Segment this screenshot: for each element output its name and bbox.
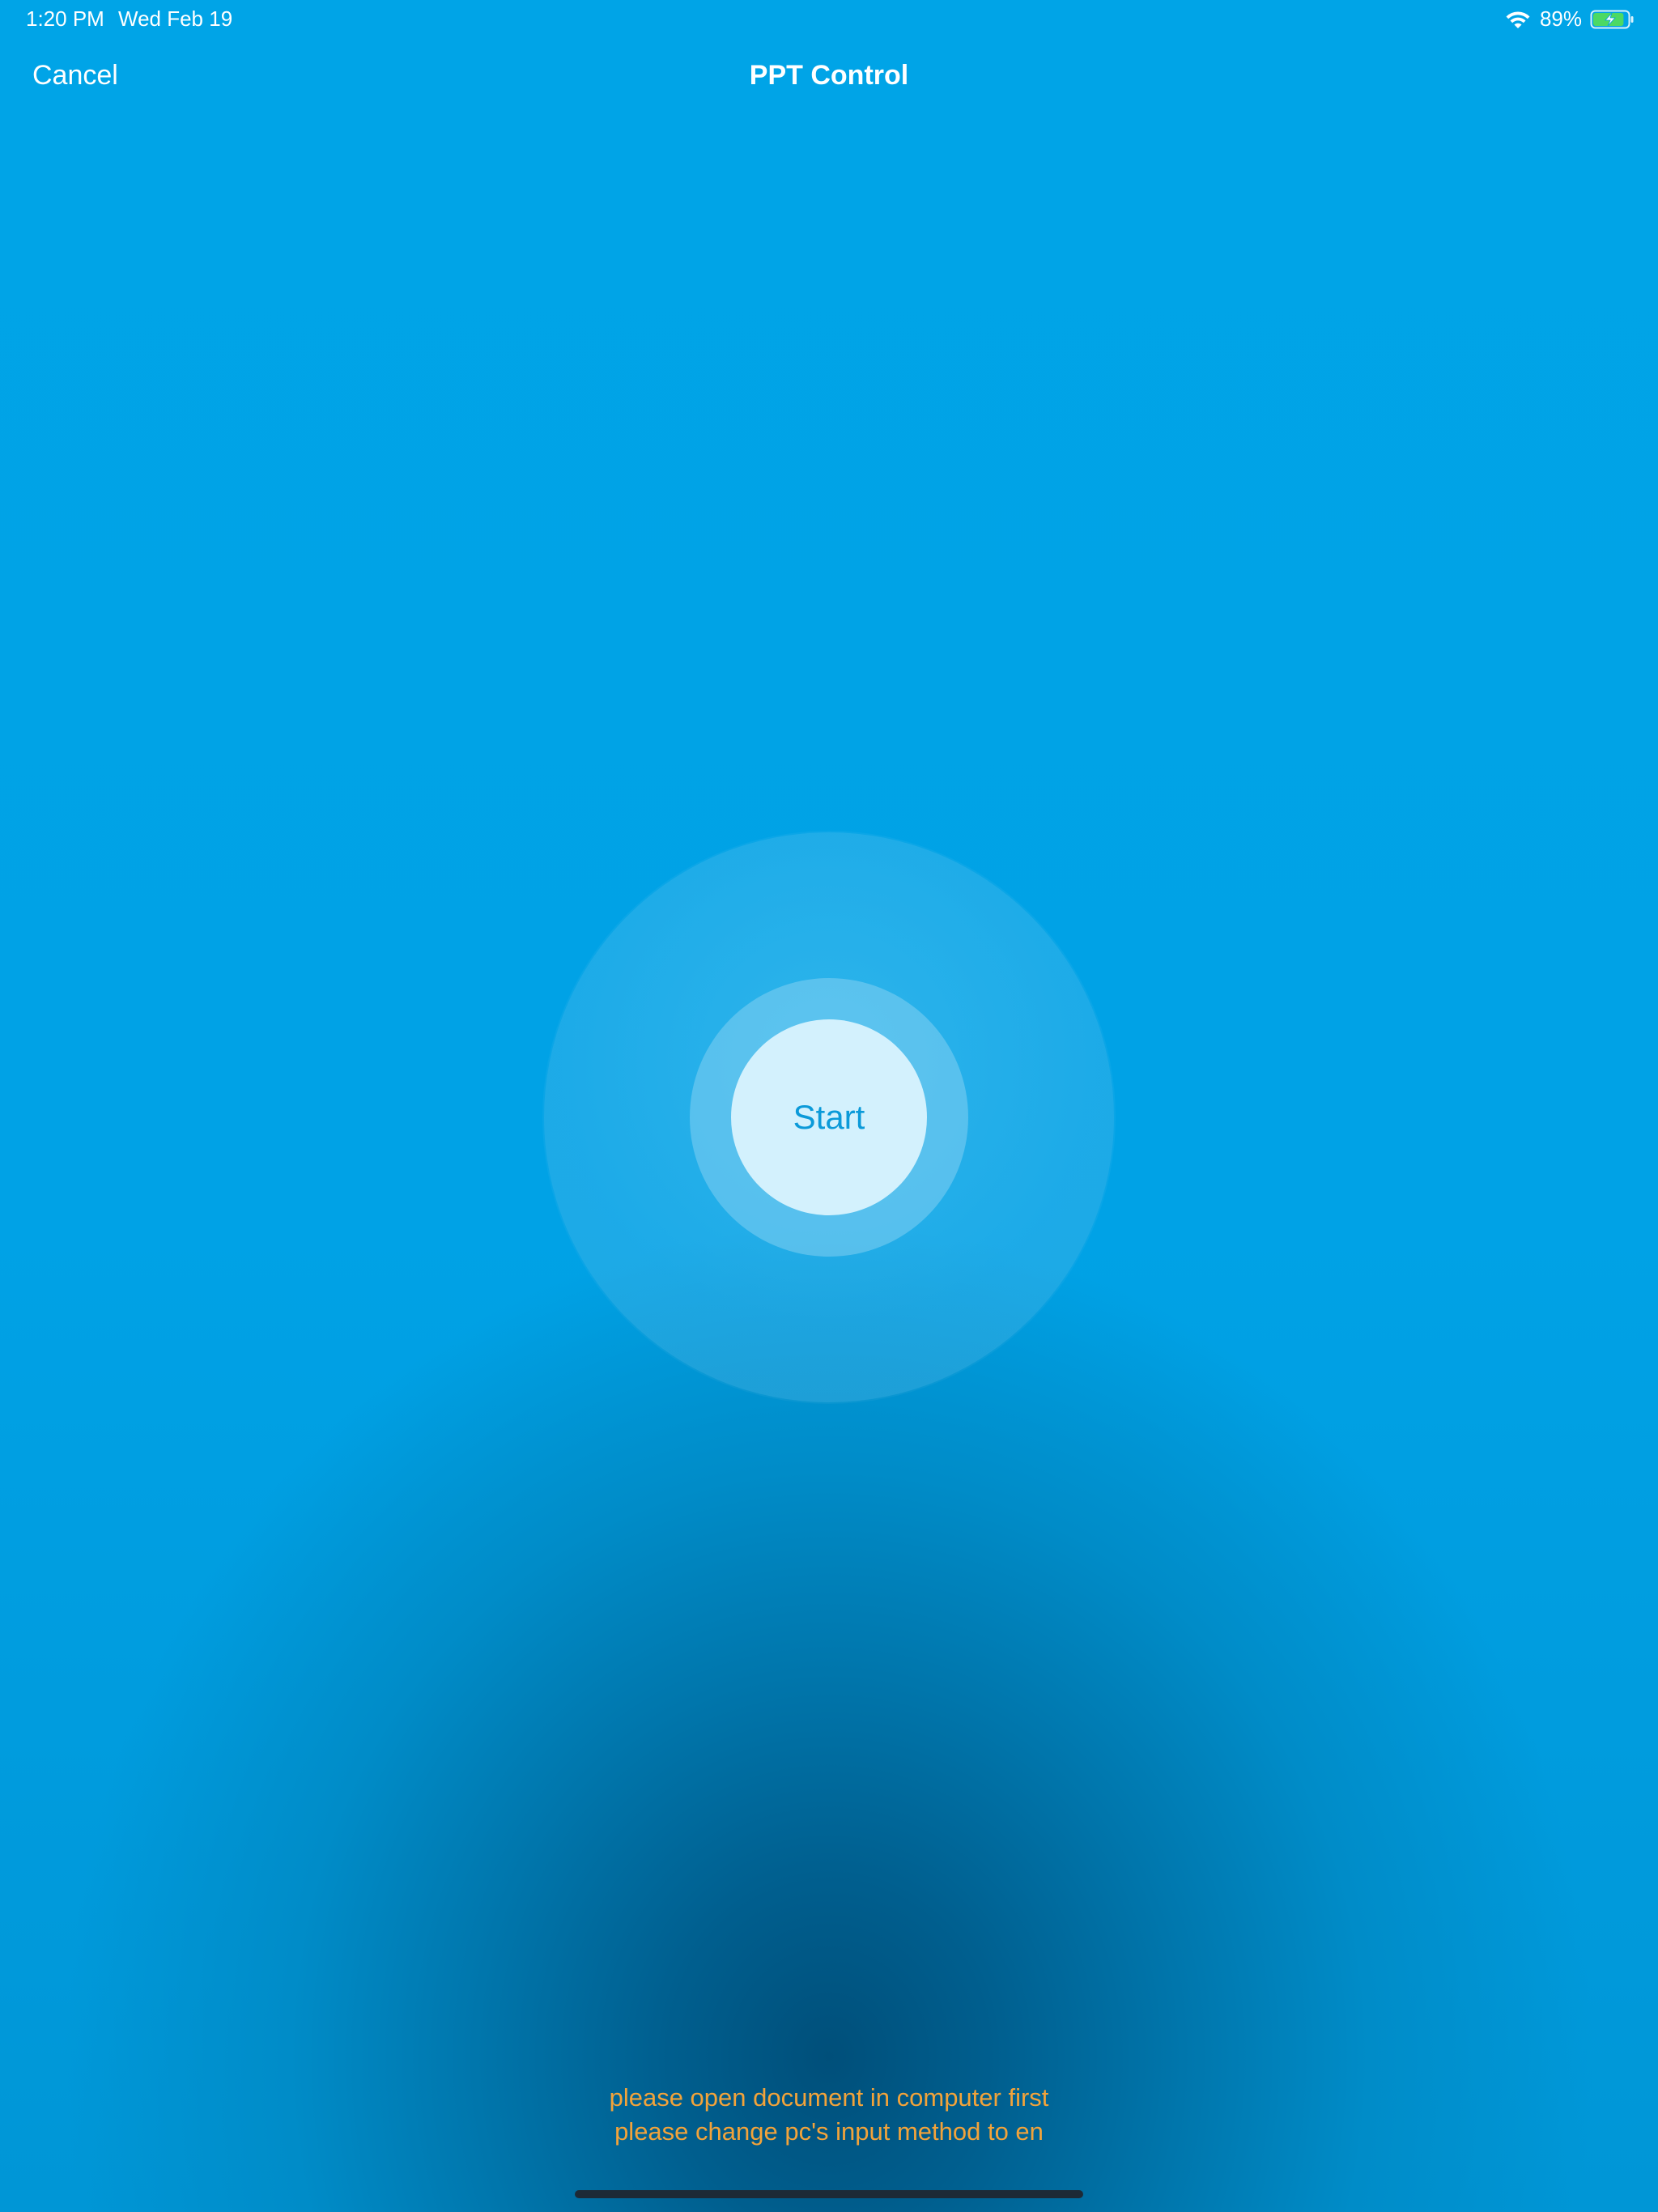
battery-charging-icon <box>1590 10 1634 28</box>
home-indicator[interactable] <box>575 2190 1083 2198</box>
hint-input-method: please change pc's input method to en <box>614 2117 1044 2146</box>
battery-percent: 89% <box>1539 6 1582 31</box>
status-time: 1:20 PM <box>26 6 104 31</box>
start-button[interactable]: Start <box>731 1019 927 1215</box>
status-indicators: 89% <box>1504 6 1635 32</box>
navigation-bar: Cancel PPT Control <box>0 49 1658 107</box>
hint-open-document: please open document in computer first <box>609 2083 1049 2112</box>
status-date: Wed Feb 19 <box>118 6 233 31</box>
hint-messages: please open document in computer first p… <box>0 2081 1658 2149</box>
wifi-icon <box>1506 11 1530 28</box>
page-title: PPT Control <box>749 60 909 91</box>
status-bar: 1:20 PM Wed Feb 19 89% <box>0 0 1658 39</box>
